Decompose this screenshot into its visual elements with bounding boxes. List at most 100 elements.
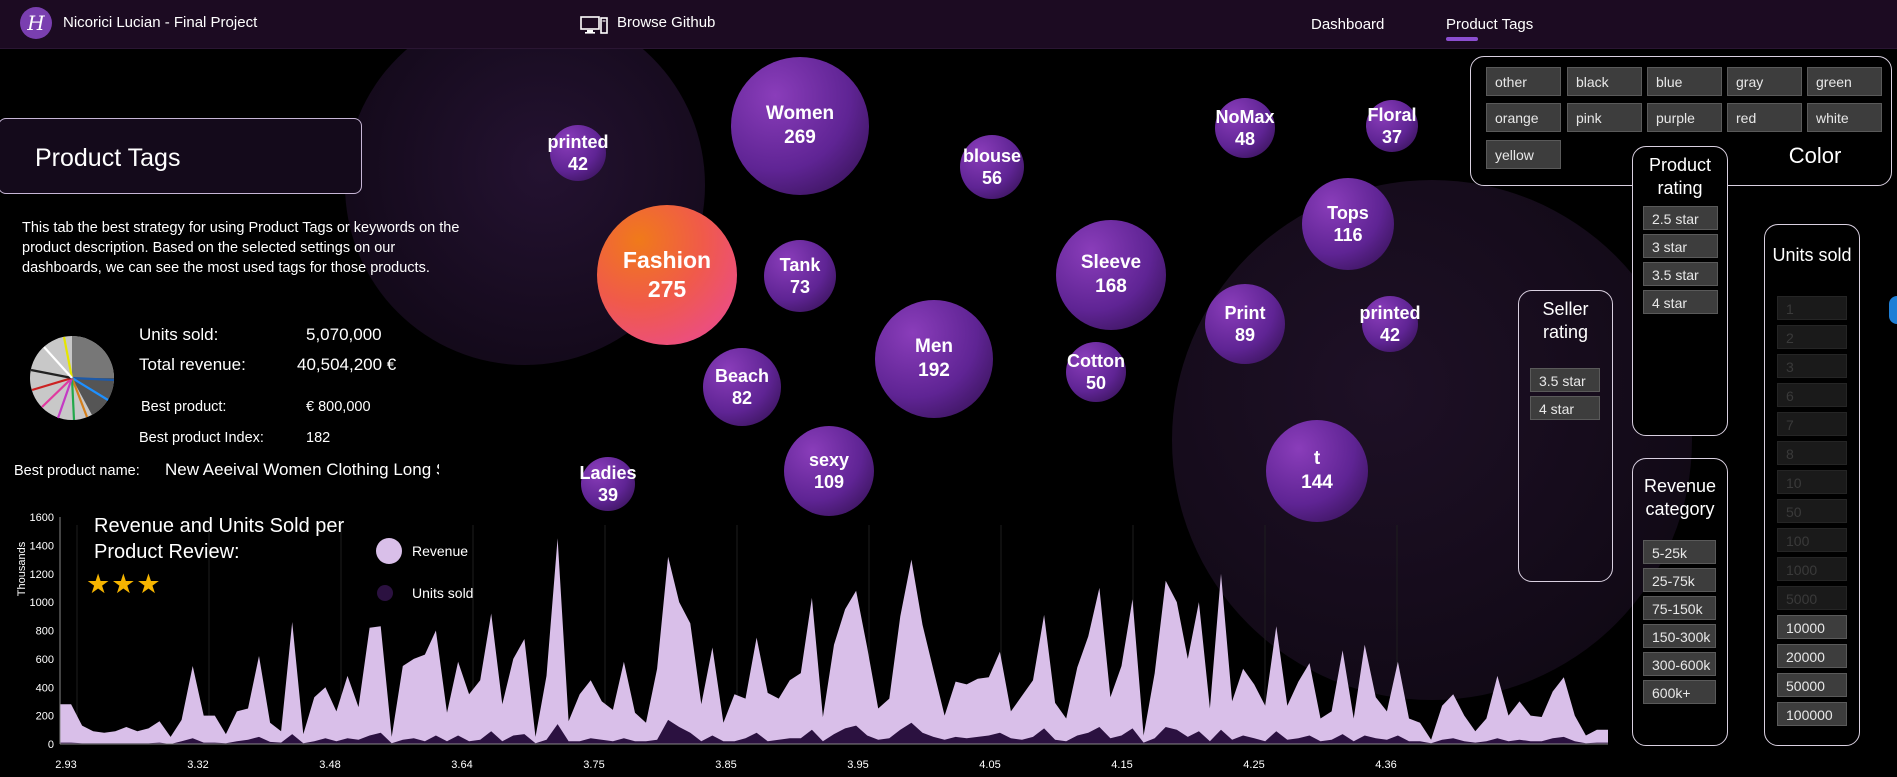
x-tick-label: 4.25 <box>1243 759 1264 771</box>
tag-bubble[interactable]: Men 192 <box>875 300 993 418</box>
units-sold-option[interactable]: 1 <box>1777 296 1847 320</box>
x-tick-label: 2.93 <box>55 759 76 771</box>
y-tick-label: 1600 <box>30 512 54 524</box>
color-option[interactable]: white <box>1807 103 1882 132</box>
monitor-icon[interactable] <box>580 15 608 35</box>
best-product-index-value: 182 <box>306 430 331 446</box>
product-rating-option[interactable]: 3.5 star <box>1643 262 1718 286</box>
color-option[interactable]: black <box>1567 67 1642 96</box>
y-tick-label: 0 <box>48 739 54 751</box>
tag-bubble[interactable]: Ladies 39 <box>579 457 637 511</box>
units-sold-option[interactable]: 8 <box>1777 441 1847 465</box>
units-sold-option[interactable]: 20000 <box>1777 644 1847 668</box>
tag-bubble-highlighted[interactable]: Fashion 275 <box>597 205 737 345</box>
star-rating: ★★★ <box>86 569 162 599</box>
legend-revenue-marker <box>376 538 402 564</box>
x-tick-label: 4.05 <box>979 759 1000 771</box>
color-option[interactable]: blue <box>1647 67 1722 96</box>
y-tick-label: 1000 <box>30 597 54 609</box>
revenue-category-option[interactable]: 300-600k <box>1643 652 1716 676</box>
color-option[interactable]: red <box>1727 103 1802 132</box>
y-tick-label: 200 <box>36 711 54 723</box>
seller-rating-filter-title: Seller rating <box>1542 299 1589 342</box>
y-tick-label: 800 <box>36 626 54 638</box>
color-option[interactable]: pink <box>1567 103 1642 132</box>
legend-units-marker <box>377 585 393 601</box>
tag-bubble[interactable]: Beach 82 <box>703 348 781 426</box>
pie-chart-icon <box>30 336 115 421</box>
units-sold-filter-title: Units sold <box>1772 245 1852 265</box>
tag-bubble[interactable]: blouse 56 <box>960 135 1024 199</box>
revenue-category-option[interactable]: 25-75k <box>1643 568 1716 592</box>
product-rating-filter-title: Product rating <box>1648 155 1712 198</box>
tag-bubble[interactable]: Sleeve 168 <box>1056 220 1166 330</box>
units-sold-option[interactable]: 5000 <box>1777 586 1847 610</box>
total-revenue-value: 40,504,200 € <box>297 355 397 374</box>
units-sold-option[interactable]: 1000 <box>1777 557 1847 581</box>
y-axis-label: Thousands <box>16 541 28 596</box>
best-product-name-label: Best product name: <box>14 463 140 479</box>
seller-rating-option[interactable]: 4 star <box>1530 396 1600 420</box>
color-option[interactable]: gray <box>1727 67 1802 96</box>
browse-github-link[interactable]: Browse Github <box>617 14 715 31</box>
revenue-category-option[interactable]: 5-25k <box>1643 540 1716 564</box>
app-logo[interactable]: H <box>20 7 52 39</box>
product-rating-option[interactable]: 3 star <box>1643 234 1718 258</box>
units-sold-option[interactable]: 50 <box>1777 499 1847 523</box>
total-revenue-label: Total revenue: <box>139 355 246 374</box>
x-tick-label: 3.75 <box>583 759 604 771</box>
revenue-category-option[interactable]: 600k+ <box>1643 680 1716 704</box>
tag-bubble[interactable]: NoMax 48 <box>1215 98 1275 158</box>
tag-bubble[interactable]: Women 269 <box>731 57 869 195</box>
tag-bubble[interactable]: Cotton 50 <box>1066 342 1126 402</box>
color-option[interactable]: other <box>1486 67 1561 96</box>
legend-revenue-label: Revenue <box>412 543 468 559</box>
tag-bubble[interactable]: Floral 37 <box>1366 100 1418 152</box>
color-option[interactable]: green <box>1807 67 1882 96</box>
y-tick-label: 1400 <box>30 540 54 552</box>
revenue-category-option[interactable]: 75-150k <box>1643 596 1716 620</box>
x-tick-label: 3.32 <box>187 759 208 771</box>
color-option[interactable]: purple <box>1647 103 1722 132</box>
top-bar <box>0 0 1897 49</box>
x-tick-label: 4.36 <box>1375 759 1396 771</box>
units-sold-option[interactable]: 100000 <box>1777 702 1847 726</box>
product-rating-option[interactable]: 2.5 star <box>1643 206 1718 230</box>
revenue-category-option[interactable]: 150-300k <box>1643 624 1716 648</box>
units-sold-label: Units sold: <box>139 325 219 344</box>
scroll-handle[interactable] <box>1889 296 1897 324</box>
tag-bubble[interactable]: Tops 116 <box>1302 178 1394 270</box>
y-tick-label: 1200 <box>30 569 54 581</box>
units-sold-option[interactable]: 10000 <box>1777 615 1847 639</box>
tag-bubble[interactable]: Print 89 <box>1205 284 1285 364</box>
tag-bubble[interactable]: Tank 73 <box>764 240 836 312</box>
y-tick-label: 400 <box>36 682 54 694</box>
tab-product-tags[interactable]: Product Tags <box>1446 16 1533 33</box>
units-sold-option[interactable]: 10 <box>1777 470 1847 494</box>
units-sold-option[interactable]: 7 <box>1777 412 1847 436</box>
units-sold-option[interactable]: 3 <box>1777 354 1847 378</box>
color-filter-title: Color <box>1788 143 1842 168</box>
page-title: Product Tags <box>35 144 181 172</box>
x-tick-label: 3.64 <box>451 759 472 771</box>
x-tick-label: 3.48 <box>319 759 340 771</box>
units-sold-option[interactable]: 100 <box>1777 528 1847 552</box>
color-option[interactable]: orange <box>1486 103 1561 132</box>
tab-dashboard[interactable]: Dashboard <box>1311 16 1384 33</box>
page-description: This tab the best strategy for using Pro… <box>22 220 460 276</box>
units-sold-option[interactable]: 50000 <box>1777 673 1847 697</box>
x-tick-label: 3.85 <box>715 759 736 771</box>
units-sold-option[interactable]: 6 <box>1777 383 1847 407</box>
units-sold-value: 5,070,000 <box>306 325 382 344</box>
units-sold-option[interactable]: 2 <box>1777 325 1847 349</box>
seller-rating-option[interactable]: 3.5 star <box>1530 368 1600 392</box>
color-option[interactable]: yellow <box>1486 140 1561 169</box>
y-tick-label: 600 <box>36 654 54 666</box>
tag-bubble[interactable]: sexy 109 <box>784 426 874 516</box>
legend-units-label: Units sold <box>412 585 473 601</box>
x-tick-label: 3.95 <box>847 759 868 771</box>
tag-bubble[interactable]: printed 42 <box>548 125 609 181</box>
product-rating-option[interactable]: 4 star <box>1643 290 1718 314</box>
best-product-value: € 800,000 <box>306 399 371 415</box>
tag-bubble[interactable]: printed 42 <box>1360 296 1421 352</box>
